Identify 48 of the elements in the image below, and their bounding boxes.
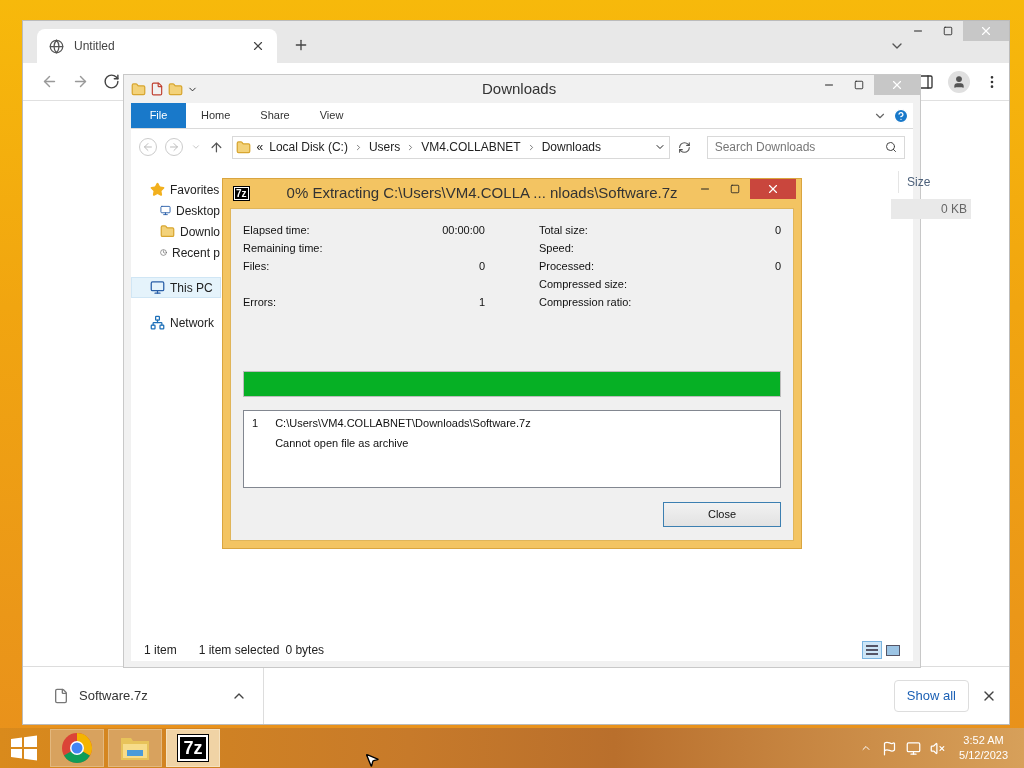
search-field[interactable]: Search Downloads [706, 135, 905, 159]
ribbon-tab[interactable]: File [131, 103, 186, 128]
stat-value: 00:00:00 [442, 222, 485, 238]
stat-label: Compressed size: [539, 276, 628, 292]
stat-value: 1 [478, 294, 485, 310]
nav-item[interactable]: Network [131, 312, 221, 333]
stat-label: Elapsed time: [243, 222, 310, 238]
file-row[interactable]: 0 KB [891, 199, 971, 219]
status-item-count: 1 item [144, 642, 177, 659]
stat-value: 0 [774, 222, 781, 238]
taskbar-button[interactable]: 7z [166, 729, 220, 767]
close-button[interactable]: Close [663, 502, 781, 527]
stat-value: 0 [478, 258, 485, 274]
breadcrumb-item[interactable]: Local Disk (C:) [269, 138, 348, 156]
status-selection: 1 item selected [198, 642, 280, 659]
show-all-button[interactable]: Show all [893, 679, 969, 712]
ribbon-tab[interactable]: Share [245, 103, 305, 128]
breadcrumb-item[interactable]: VM4.COLLABNET [421, 138, 521, 156]
column-header[interactable]: Size [898, 171, 970, 193]
app-logo: 7z [234, 187, 249, 200]
dialog-title: 0% Extracting C:\Users\VM4.COLLA ... nloads\Software.7z [286, 183, 678, 204]
stat-label: Speed: [539, 240, 574, 256]
nav-item[interactable]: Downlo [131, 221, 221, 242]
breadcrumb-item[interactable]: Users [368, 138, 401, 156]
nav-item[interactable]: Desktop [131, 200, 221, 221]
stat-label: Processed: [539, 258, 595, 274]
log-path: C:\Users\VM4.COLLABNET\Downloads\Software.7z [275, 416, 531, 431]
status-size: 0 bytes [285, 642, 325, 659]
stat-label: Total size: [539, 222, 588, 238]
nav-item[interactable]: Favorites [131, 179, 221, 200]
log-index: 1 [252, 416, 259, 431]
address-bar[interactable]: « Local Disk (C:) Users VM4.COLLABNET Downloads [231, 135, 670, 159]
stat-label: Files: [243, 258, 270, 274]
nav-item[interactable]: This PC [131, 277, 221, 298]
stat-label: Errors: [243, 294, 276, 310]
ribbon-tab[interactable]: Home [186, 103, 246, 128]
app-logo: 7z [178, 735, 208, 761]
breadcrumb-item[interactable]: Downloads [541, 138, 602, 156]
stat-label: Compression ratio: [539, 294, 632, 310]
log-message: Cannot open file as archive [275, 435, 410, 451]
stat-value: 0 [774, 258, 781, 274]
nav-item[interactable]: Recent p [131, 242, 221, 263]
window-title: Downloads [482, 78, 557, 99]
browser-tab[interactable]: Untitled [37, 29, 277, 63]
path-overflow[interactable]: « [256, 138, 264, 156]
ribbon-tab[interactable]: View [304, 103, 359, 128]
download-filename[interactable]: Software.7z [79, 685, 221, 706]
stat-label: Remaining time: [243, 240, 323, 256]
